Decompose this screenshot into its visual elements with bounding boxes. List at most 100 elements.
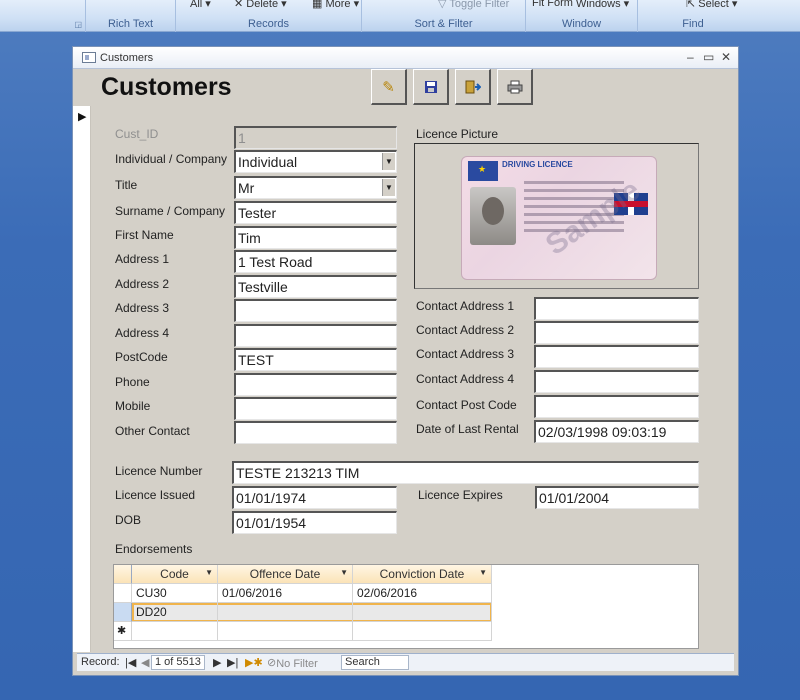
dob-label: DOB [115, 513, 142, 527]
chevron-down-icon[interactable]: ▼ [382, 179, 395, 196]
contact-address3-field[interactable] [534, 345, 699, 368]
more-button[interactable]: ▦ More ▾ [312, 0, 359, 10]
mobile-field[interactable] [234, 397, 397, 420]
licence-card-image: DRIVING LICENCE Sample [461, 156, 657, 280]
minimize-icon[interactable]: – [687, 50, 694, 64]
title-combo[interactable]: Mr ▼ [234, 176, 397, 199]
licence-picture-frame[interactable]: DRIVING LICENCE Sample [414, 143, 699, 289]
table-cell[interactable]: 02/06/2016 [353, 584, 492, 603]
table-cell[interactable]: 01/06/2016 [218, 584, 353, 603]
other-contact-field[interactable] [234, 421, 397, 444]
row-selector[interactable] [114, 584, 132, 603]
address4-field[interactable] [234, 324, 397, 347]
licence-number-field[interactable]: TESTE 213213 TIM [232, 461, 699, 484]
date-last-rental-field[interactable]: 02/03/1998 09:03:19 [534, 420, 699, 443]
select-all-corner[interactable] [114, 565, 132, 584]
window-title: Customers [100, 52, 154, 64]
ribbon-group-sort-filter: ▽ Toggle Filter Sort & Filter [362, 0, 526, 32]
contact-address1-label: Contact Address 1 [416, 299, 515, 313]
table-cell[interactable] [218, 622, 353, 641]
licence-photo [470, 187, 516, 245]
table-cell[interactable] [353, 622, 492, 641]
ribbon-group-label: Records [248, 18, 289, 30]
ribbon-group-find: ⇱ Select ▾ Find [638, 0, 748, 32]
chevron-down-icon[interactable]: ▼ [479, 568, 487, 577]
ribbon-group-records: All ▾ ✕ Delete ▾ ▦ More ▾ Records [176, 0, 362, 32]
endorsements-label: Endorsements [115, 542, 193, 556]
edit-button[interactable]: ✎ [371, 69, 407, 105]
title-label: Title [115, 178, 138, 192]
first-name-field[interactable]: Tim [234, 226, 397, 249]
dialog-launcher-icon[interactable]: ◲ [74, 20, 82, 29]
column-header-offence-date[interactable]: Offence Date ▼ [218, 565, 353, 584]
all-button[interactable]: All ▾ [190, 0, 211, 10]
close-icon[interactable]: ✕ [721, 50, 731, 64]
phone-field[interactable] [234, 373, 397, 396]
restore-icon[interactable]: ▭ [703, 50, 714, 64]
windows-button[interactable]: Windows ▾ [576, 0, 629, 10]
column-header-conviction-date[interactable]: Conviction Date ▼ [353, 565, 492, 584]
surname-field[interactable]: Tester [234, 201, 397, 224]
individual-company-combo[interactable]: Individual ▼ [234, 150, 397, 173]
select-button[interactable]: ⇱ Select ▾ [686, 0, 737, 10]
phone-label: Phone [115, 375, 150, 389]
licence-card-heading: DRIVING LICENCE [502, 160, 573, 169]
table-cell[interactable] [132, 622, 218, 641]
dob-field[interactable]: 01/01/1954 [232, 511, 397, 534]
contact-post-code-field[interactable] [534, 395, 699, 418]
previous-record-icon[interactable]: ◀ [141, 656, 149, 669]
contact-address1-field[interactable] [534, 297, 699, 320]
column-header-code[interactable]: Code ▼ [132, 565, 218, 584]
contact-address4-field[interactable] [534, 370, 699, 393]
ribbon-group-label: Sort & Filter [414, 18, 473, 30]
search-input[interactable]: Search [341, 655, 409, 670]
contact-address2-field[interactable] [534, 321, 699, 344]
title-value: Mr [238, 180, 255, 196]
new-record-nav-icon[interactable]: ▶✱ [245, 656, 263, 669]
page-title: Customers [101, 73, 232, 101]
fit-form-button[interactable]: Fit Form [532, 0, 573, 9]
table-row[interactable]: DD20 [114, 603, 700, 622]
print-button[interactable] [497, 69, 533, 105]
endorsements-subform[interactable]: Code ▼ Offence Date ▼ Conviction Date ▼ CU3… [113, 564, 699, 649]
ribbon-group-clipboard-end: ◲ [0, 0, 86, 32]
record-position-field[interactable]: 1 of 5513 [151, 655, 205, 670]
eu-flag-icon [468, 161, 498, 181]
delete-button[interactable]: ✕ Delete ▾ [234, 0, 287, 10]
record-selector[interactable]: ▶ [73, 106, 91, 652]
table-cell[interactable]: CU30 [132, 584, 218, 603]
last-record-icon[interactable]: ▶| [227, 656, 238, 669]
table-cell[interactable]: DD20 [132, 603, 218, 622]
chevron-down-icon[interactable]: ▼ [382, 153, 395, 170]
licence-expires-field[interactable]: 01/01/2004 [535, 486, 699, 509]
exit-door-icon [465, 80, 481, 93]
address3-field[interactable] [234, 299, 397, 322]
first-record-icon[interactable]: |◀ [125, 656, 136, 669]
address4-label: Address 4 [115, 326, 170, 340]
chevron-down-icon[interactable]: ▼ [340, 568, 348, 577]
licence-issued-label: Licence Issued [115, 488, 196, 502]
other-contact-label: Other Contact [115, 424, 190, 438]
next-record-icon[interactable]: ▶ [213, 656, 221, 669]
printer-icon [507, 80, 522, 93]
exit-button[interactable] [455, 69, 491, 105]
no-filter-button[interactable]: ⊘ No Filter [267, 656, 318, 670]
table-row[interactable]: CU30 01/06/2016 02/06/2016 [114, 584, 700, 603]
save-button[interactable] [413, 69, 449, 105]
toggle-filter-button[interactable]: ▽ Toggle Filter [438, 0, 509, 10]
ribbon-group-label: Window [561, 18, 602, 30]
row-selector[interactable] [114, 603, 132, 622]
licence-issued-field[interactable]: 01/01/1974 [232, 486, 397, 509]
table-cell[interactable] [218, 603, 353, 622]
new-record-row[interactable]: ✱ [114, 622, 700, 641]
address2-field[interactable]: Testville [234, 275, 397, 298]
postcode-label: PostCode [115, 350, 168, 364]
contact-address2-label: Contact Address 2 [416, 323, 515, 337]
postcode-field[interactable]: TEST [234, 348, 397, 371]
cust-id-label: Cust_ID [115, 127, 159, 141]
chevron-down-icon[interactable]: ▼ [205, 568, 213, 577]
table-cell[interactable] [353, 603, 492, 622]
address1-field[interactable]: 1 Test Road [234, 250, 397, 273]
endorsements-header-row: Code ▼ Offence Date ▼ Conviction Date ▼ [114, 565, 700, 584]
window-title-bar[interactable]: Customers – ▭ ✕ [73, 47, 738, 69]
